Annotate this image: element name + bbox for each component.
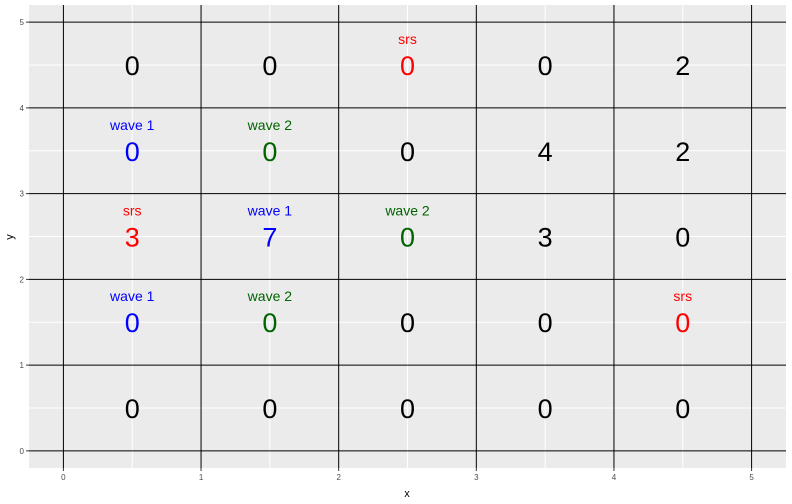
x-tick-label: 2	[336, 473, 341, 482]
cell-label: wave 2	[384, 203, 430, 219]
cell-count: 0	[125, 51, 140, 81]
cell-count: 0	[400, 137, 415, 167]
cell-count: 0	[262, 394, 277, 424]
cell-count: 3	[125, 223, 140, 253]
cell-count: 0	[400, 394, 415, 424]
y-axis-ticks: 0 1 2 3 4 5	[20, 18, 29, 456]
x-tick-label: 1	[199, 473, 204, 482]
cell-label: srs	[398, 31, 417, 47]
y-tick-label: 0	[20, 447, 25, 456]
y-tick-label: 1	[20, 361, 25, 370]
x-tick-label: 5	[749, 473, 754, 482]
y-tick-label: 3	[20, 190, 25, 199]
x-axis-ticks: 0 1 2 3 4 5	[61, 468, 754, 482]
cell-label: wave 2	[247, 288, 293, 304]
cell-count: 0	[538, 308, 553, 338]
cell-count: 0	[538, 394, 553, 424]
chart-svg: 0 1 2 3 4 5 0 1 2 3 4 5 0 0 0 srs 0 2 0 wave 1 0 wave 2 0 4 2 3…	[4, 5, 786, 500]
cell-label: wave 1	[247, 203, 293, 219]
cell-count: 0	[262, 137, 277, 167]
cell-label: srs	[123, 203, 142, 219]
cell-count: 7	[262, 223, 277, 253]
cell-count: 0	[125, 308, 140, 338]
cell-count: 0	[262, 51, 277, 81]
y-tick-label: 5	[20, 18, 25, 27]
cell-count: 2	[675, 51, 690, 81]
x-tick-label: 0	[61, 473, 66, 482]
cell-count: 0	[125, 394, 140, 424]
cell-count: 2	[675, 137, 690, 167]
cell-count: 0	[400, 223, 415, 253]
y-tick-label: 4	[20, 104, 25, 113]
cell-count: 0	[400, 51, 415, 81]
cell-label: wave 2	[247, 117, 293, 133]
x-axis-title: x	[404, 488, 410, 500]
cell-label: wave 1	[109, 288, 155, 304]
cell-count: 0	[675, 394, 690, 424]
cell-count: 0	[675, 223, 690, 253]
cell-count: 0	[262, 308, 277, 338]
cell-count: 3	[538, 223, 553, 253]
y-tick-label: 2	[20, 275, 25, 284]
y-axis-title: y	[4, 234, 16, 240]
x-tick-label: 3	[474, 473, 479, 482]
x-tick-label: 4	[612, 473, 617, 482]
cell-count: 0	[125, 137, 140, 167]
cell-count: 0	[400, 308, 415, 338]
cell-label: srs	[673, 288, 692, 304]
cell-count: 4	[538, 137, 553, 167]
cell-count: 0	[538, 51, 553, 81]
cell-count: 0	[675, 308, 690, 338]
cell-label: wave 1	[109, 117, 155, 133]
